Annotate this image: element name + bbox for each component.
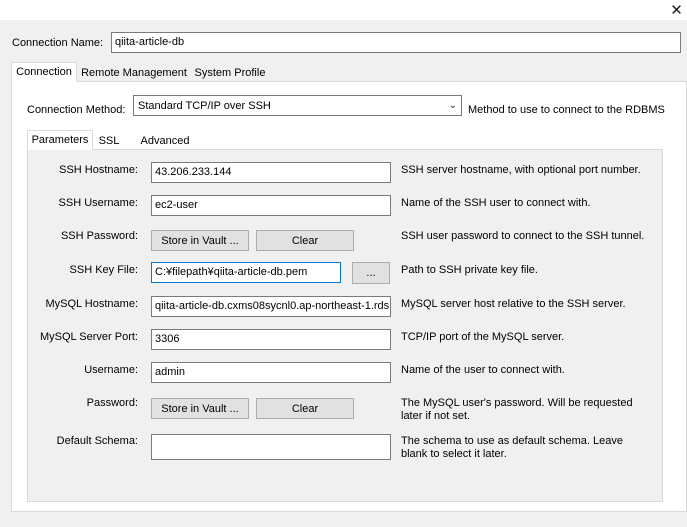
window-bottom-strip — [0, 512, 687, 527]
username-label: Username: — [84, 364, 138, 376]
tab-connection[interactable]: Connection — [11, 62, 77, 82]
ssh-username-description: Name of the SSH user to connect with. — [401, 197, 591, 209]
mysql-hostname-label: MySQL Hostname: — [45, 298, 138, 310]
tab-system-profile[interactable]: System Profile — [191, 63, 269, 83]
mysql-hostname-description: MySQL server host relative to the SSH se… — [401, 298, 626, 310]
password-description-line2: later if not set. — [401, 410, 471, 422]
mysql-port-input[interactable]: 3306 — [151, 329, 391, 350]
tab-ssl[interactable]: SSL — [94, 131, 124, 151]
ssh-key-file-browse-button[interactable]: ... — [352, 262, 390, 284]
ssh-password-store-button[interactable]: Store in Vault ... — [151, 230, 249, 251]
ssh-password-clear-button[interactable]: Clear — [256, 230, 354, 251]
password-clear-button[interactable]: Clear — [256, 398, 354, 419]
ssh-username-label: SSH Username: — [58, 197, 138, 209]
close-icon[interactable]: ✕ — [666, 0, 687, 20]
tab-parameters[interactable]: Parameters — [27, 130, 93, 150]
mysql-hostname-input[interactable]: qiita-article-db.cxms08sycnl0.ap-northea… — [151, 296, 391, 317]
ssh-username-input[interactable]: ec2-user — [151, 195, 391, 216]
ssh-password-label: SSH Password: — [60, 230, 138, 242]
chevron-down-icon: ⌄ — [448, 100, 457, 111]
ssh-hostname-description: SSH server hostname, with optional port … — [401, 164, 641, 176]
username-input[interactable]: admin — [151, 362, 391, 383]
default-schema-description-line1: The schema to use as default schema. Lea… — [401, 435, 623, 447]
default-schema-label: Default Schema: — [56, 435, 138, 447]
ssh-key-file-description: Path to SSH private key file. — [401, 264, 538, 276]
mysql-port-description: TCP/IP port of the MySQL server. — [401, 331, 565, 343]
password-label: Password: — [86, 397, 138, 409]
ssh-key-file-label: SSH Key File: — [69, 264, 138, 276]
password-store-button[interactable]: Store in Vault ... — [151, 398, 249, 419]
connection-name-label: Connection Name: — [12, 37, 104, 49]
ssh-hostname-input[interactable]: 43.206.233.144 — [151, 162, 391, 183]
password-description-line1: The MySQL user's password. Will be reque… — [401, 397, 633, 409]
username-description: Name of the user to connect with. — [401, 364, 565, 376]
ssh-key-file-input[interactable]: C:¥filepath¥qiita-article-db.pem — [151, 262, 341, 283]
tab-advanced[interactable]: Advanced — [135, 131, 195, 151]
mysql-port-label: MySQL Server Port: — [39, 331, 138, 343]
connection-method-label: Connection Method: — [27, 104, 126, 116]
connection-name-input[interactable]: qiita-article-db — [111, 32, 681, 53]
connection-method-description: Method to use to connect to the RDBMS — [468, 104, 665, 116]
ssh-password-description: SSH user password to connect to the SSH … — [401, 230, 645, 242]
connection-method-select[interactable]: Standard TCP/IP over SSH ⌄ — [133, 95, 462, 116]
default-schema-description-line2: blank to select it later. — [401, 448, 507, 460]
ssh-hostname-label: SSH Hostname: — [59, 164, 138, 176]
connection-method-value: Standard TCP/IP over SSH — [138, 99, 271, 112]
title-bar — [0, 0, 687, 20]
tab-remote-management[interactable]: Remote Management — [79, 63, 189, 83]
default-schema-input[interactable] — [151, 434, 391, 460]
